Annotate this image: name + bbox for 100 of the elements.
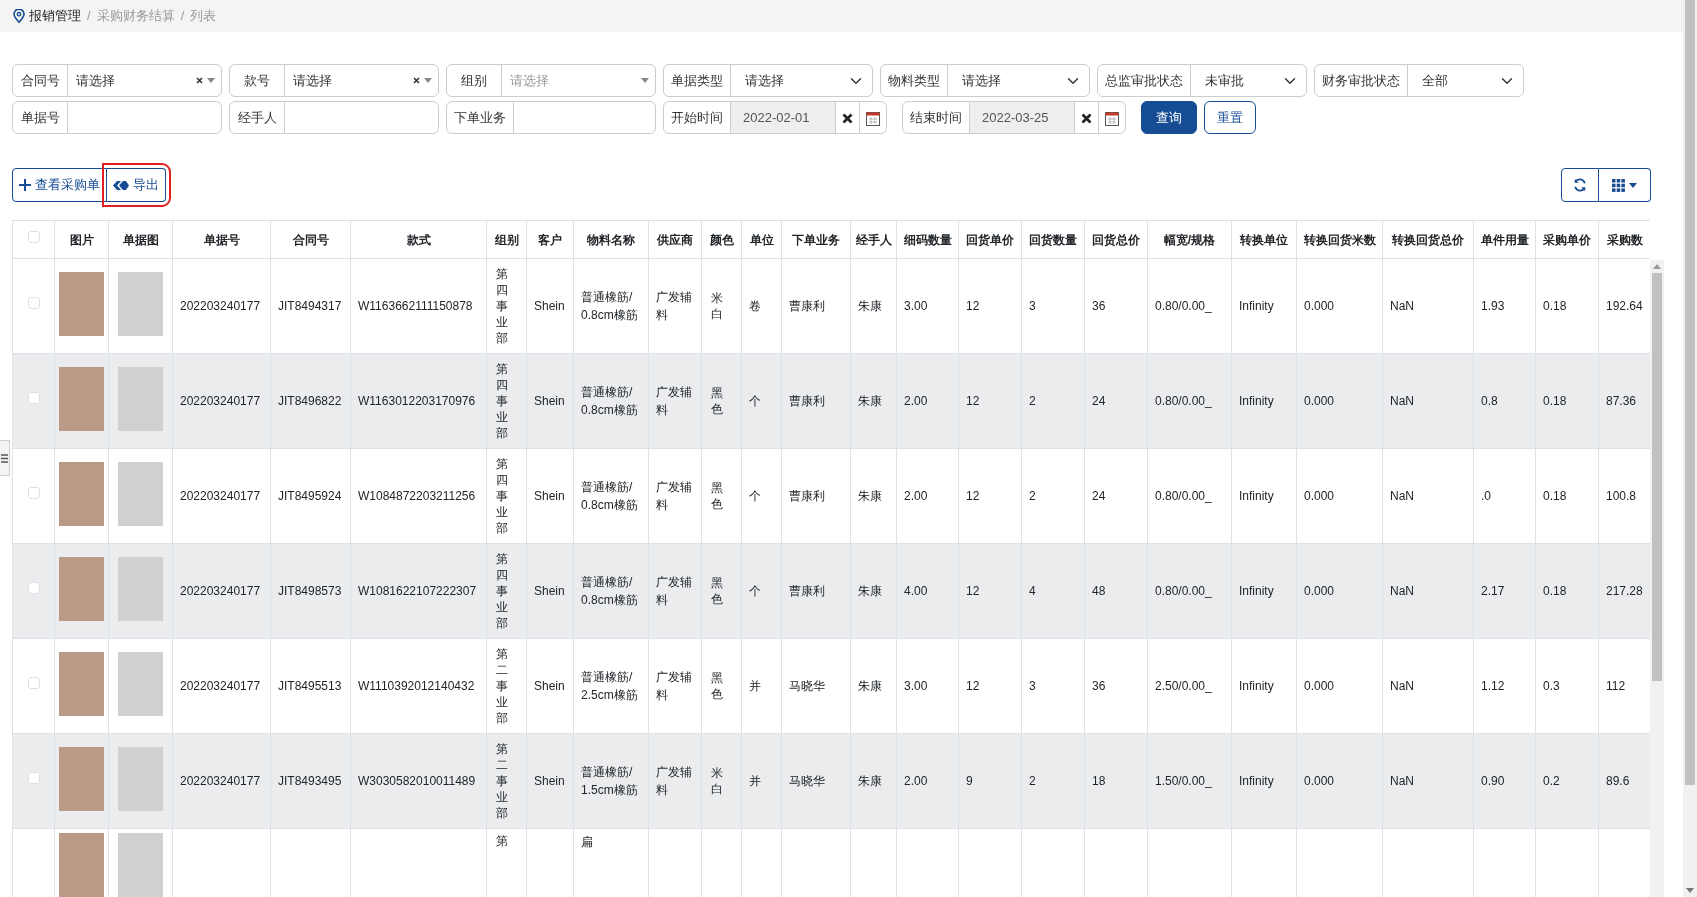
column-header[interactable]: 客户 (526, 220, 574, 259)
column-header[interactable]: 供应商 (648, 220, 702, 259)
calendar-button[interactable] (1098, 101, 1126, 134)
plus-icon (19, 179, 31, 191)
row-checkbox[interactable] (27, 392, 40, 404)
table-cell: 1.12 (1473, 638, 1536, 734)
field-label: 组别 (446, 64, 502, 97)
table-cell: 202203240177 (172, 733, 271, 829)
column-header[interactable]: 回货数量 (1021, 220, 1085, 259)
select-field[interactable]: 未审批 (1190, 64, 1307, 97)
table-cell: JIT8495924 (270, 448, 351, 544)
table-cell: W1163662111150878 (350, 258, 487, 354)
column-header[interactable]: 下单业务 (781, 220, 851, 259)
column-header[interactable]: 采购数 (1598, 220, 1650, 259)
select-all-checkbox[interactable] (27, 230, 40, 243)
table-cell: 马晓华 (781, 638, 851, 734)
column-header[interactable]: 物料名称 (573, 220, 649, 259)
column-header[interactable]: 回货单价 (958, 220, 1022, 259)
row-checkbox[interactable] (27, 487, 40, 499)
column-header[interactable]: 图片 (54, 220, 109, 259)
date-field[interactable]: 2022-02-01 (730, 101, 836, 134)
table-cell: 2.00 (896, 353, 959, 449)
table-cell: Infinity (1231, 638, 1297, 734)
table-cell: 12 (958, 258, 1022, 354)
page-scrollbar[interactable] (1683, 0, 1697, 897)
calendar-button[interactable] (859, 101, 887, 134)
table-cell: 0.3 (1535, 638, 1599, 734)
column-header[interactable]: 采购单价 (1535, 220, 1599, 259)
row-checkbox[interactable] (27, 772, 40, 784)
search-button[interactable]: 查询 (1141, 101, 1197, 134)
double-arrow-icon (113, 179, 129, 191)
table-cell: W3030582010011489 (350, 733, 487, 829)
dropdown-field[interactable]: 请选择 (67, 64, 222, 97)
column-header[interactable]: 颜色 (701, 220, 742, 259)
select-field[interactable]: 全部 (1407, 64, 1524, 97)
table-cell: Infinity (1231, 353, 1297, 449)
column-header[interactable]: 组别 (486, 220, 527, 259)
table-cell: 0.000 (1296, 543, 1383, 639)
column-header[interactable]: 单据图 (108, 220, 173, 259)
table-cell: 0.80/0.00_ (1147, 448, 1232, 544)
table-cell: JIT8494317 (270, 258, 351, 354)
caret-icon (641, 78, 649, 83)
table-cell: 0.000 (1296, 353, 1383, 449)
reset-button[interactable]: 重置 (1204, 101, 1256, 134)
table-cell: W1084872203211256 (350, 448, 487, 544)
document-photo-placeholder (118, 651, 163, 716)
document-photo-placeholder (118, 366, 163, 431)
table-cell: 第二事业部 (486, 638, 527, 734)
refresh-button[interactable] (1561, 168, 1599, 202)
table-cell: 普通橡筋/1.5cm橡筋 (573, 733, 649, 829)
text-field[interactable] (67, 101, 222, 134)
row-checkbox[interactable] (27, 582, 40, 594)
table-cell: 朱康 (850, 638, 897, 734)
column-header[interactable]: 转换回货米数 (1296, 220, 1383, 259)
column-header[interactable]: 款式 (350, 220, 487, 259)
table-cell: 曹康利 (781, 448, 851, 544)
column-header[interactable]: 单据号 (172, 220, 271, 259)
photo-placeholder (59, 833, 104, 897)
table-cell: 12 (958, 353, 1022, 449)
table-cell: JIT8498573 (270, 543, 351, 639)
column-header[interactable]: 转换单位 (1231, 220, 1297, 259)
text-field[interactable] (284, 101, 439, 134)
scrollbar[interactable] (1650, 260, 1664, 897)
table-cell: NaN (1382, 258, 1474, 354)
clear-button[interactable] (835, 101, 860, 134)
table-cell: Infinity (1231, 543, 1297, 639)
dropdown-field[interactable]: 请选择 (284, 64, 439, 97)
table-cell: 9 (958, 733, 1022, 829)
table-cell: 0.18 (1535, 353, 1599, 449)
column-header[interactable]: 回货总价 (1084, 220, 1148, 259)
scrollbar-thumb[interactable] (1685, 0, 1695, 785)
sidebar-toggle[interactable] (0, 440, 10, 476)
columns-dropdown-button[interactable] (1599, 168, 1651, 202)
table-cell: Shein (526, 733, 574, 829)
column-header[interactable]: 经手人 (850, 220, 897, 259)
row-checkbox[interactable] (27, 297, 40, 309)
table-cell: 第 (486, 828, 527, 897)
column-header[interactable]: 转换回货总价 (1382, 220, 1474, 259)
document-photo-placeholder (118, 746, 163, 811)
row-checkbox[interactable] (27, 677, 40, 689)
view-purchase-order-button[interactable]: 查看采购单 (12, 168, 107, 202)
clear-button[interactable] (1074, 101, 1099, 134)
date-field[interactable]: 2022-03-25 (969, 101, 1075, 134)
table-cell: 普通橡筋/2.5cm橡筋 (573, 638, 649, 734)
text-field[interactable] (513, 101, 656, 134)
column-header[interactable]: 幅宽/规格 (1147, 220, 1232, 259)
breadcrumb-separator: / (87, 7, 91, 26)
column-header[interactable]: 单位 (741, 220, 782, 259)
table-cell: 第四事业部 (486, 353, 527, 449)
breadcrumb-link[interactable]: 报销管理 (29, 6, 81, 26)
scrollbar-thumb[interactable] (1652, 273, 1662, 681)
column-header[interactable]: 单件用量 (1473, 220, 1536, 259)
photo-placeholder (59, 651, 104, 716)
table-cell: 0.90 (1473, 733, 1536, 829)
table-cell: NaN (1382, 638, 1474, 734)
column-header[interactable]: 细码数量 (896, 220, 959, 259)
select-field[interactable]: 请选择 (730, 64, 873, 97)
select-field[interactable]: 请选择 (947, 64, 1090, 97)
column-header[interactable]: 合同号 (270, 220, 351, 259)
table-cell: 0.18 (1535, 543, 1599, 639)
